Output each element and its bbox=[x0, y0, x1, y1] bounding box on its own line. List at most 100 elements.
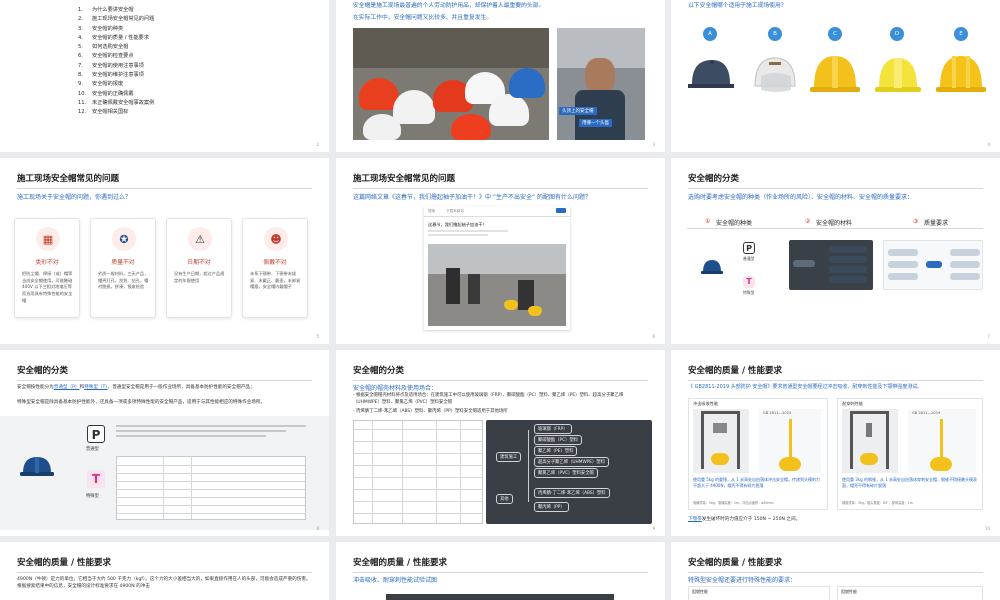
slide-thumbnail-7[interactable]: 安全帽的分类 选购时要考虑安全帽的种类（作业场所的风险）、安全帽的材料、安全帽的… bbox=[671, 158, 1000, 344]
toc-item: 3. 安全帽的种类 bbox=[78, 25, 154, 34]
hardhat-icon bbox=[20, 457, 54, 476]
standard-code: GB 2811—2019 bbox=[763, 411, 792, 415]
type-description bbox=[116, 422, 316, 450]
slide-subtitle: 这篇网络文章《这春节，我们撸起袖子加油干！》中 “生产不出安全” 的配图有什么问… bbox=[353, 194, 592, 201]
option-d-badge: D bbox=[890, 27, 904, 41]
slide-paragraph: 4900N（牛顿）是力的单位，它相当于大约 500 千克力（kgf）。这个力的大… bbox=[17, 577, 311, 590]
slide-thumbnail-11[interactable]: 安全帽的质量 / 性能要求 4900N（牛顿）是力的单位，它相当于大约 500 … bbox=[0, 542, 329, 600]
yellow-hardhat-icon bbox=[936, 56, 986, 92]
materials-table bbox=[353, 420, 483, 524]
impact-test-panel: 冲击吸收性能 GB 2811—2019 使用重 5kg 的重锤，从 1 米高处自… bbox=[688, 398, 828, 510]
special-type-table bbox=[116, 456, 306, 520]
slide-subtitle: 选购时要考虑安全帽的种类（作业场所的风险）、安全帽的材料、安全帽的质量要求： bbox=[688, 194, 914, 201]
toc-item-label: 安全帽的质量 / 性能要求 bbox=[92, 34, 149, 41]
toc-item-number: 3. bbox=[78, 25, 83, 32]
slide-thumbnail-9[interactable]: 安全帽的分类 安全帽的帽壳材料及使用场合： - 根据安全帽帽壳材料将点及适用场合… bbox=[336, 350, 665, 536]
slide-thumbnail-10[interactable]: 安全帽的质量 / 性能要求 《 GB2811-2019 头部防护 安全帽》要求普… bbox=[671, 350, 1000, 536]
problem-card-wearing: ☻ 佩戴不对 未系下颚带、下颚带未拔紧、未戴正、戴歪，未卸紧帽箍，安全帽内戴帽子 bbox=[242, 218, 308, 318]
toc-item-number: 2. bbox=[78, 16, 83, 23]
slide-subtitle: 安全帽的帽壳材料及使用场合： bbox=[353, 385, 438, 392]
problem-card-quality: ✪ 质量不对 劣质一般材料，三无产品，帽壳打孔，刮划、钻孔，帽衬脱损，拼凑，报废… bbox=[90, 218, 156, 318]
circle-number: ② bbox=[805, 218, 811, 225]
toc-item-number: 4. bbox=[78, 34, 83, 41]
article-screenshot: 搜索 下载本网站 这春节，我们撸起袖子加油干！ bbox=[424, 206, 570, 330]
title-divider bbox=[688, 188, 983, 189]
impact-test-rig bbox=[693, 409, 749, 473]
slide-question: 以下安全帽哪个适用于施工现场使用？ bbox=[688, 3, 787, 9]
toc-item-label: 安全帽的报废 bbox=[92, 81, 124, 88]
option-e-badge: E bbox=[954, 27, 968, 41]
type-label: 特殊型 bbox=[743, 290, 755, 295]
type-t-badge: T bbox=[743, 276, 755, 288]
slide-thumbnail-12[interactable]: 安全帽的质量 / 性能要求 冲击吸收、耐穿刺性能试验试图 bbox=[336, 542, 665, 600]
slide-thumbnail-6[interactable]: 施工现场安全帽常见的问题 这篇网络文章《这春节，我们撸起袖子加油干！》中 “生产… bbox=[336, 158, 665, 344]
card-text: 劣质一般材料，三无产品，帽壳打孔，刮划、钻孔，帽衬脱损，拼凑，报废检验 bbox=[98, 271, 149, 290]
card-text: 把防尘帽、焊接（或）帽等当成安全帽使用。可能触碰 400V 以下三相对地电压等而… bbox=[22, 271, 73, 303]
slide-thumbnail-8[interactable]: 安全帽的分类 安全帽按性能分为普通型（P）和特殊型（T）。普通型安全帽是用于一般… bbox=[0, 350, 329, 536]
page-number: 9 bbox=[652, 526, 655, 531]
mindmap-node: 聚丙烯（PP） bbox=[534, 502, 569, 512]
penetration-test-rig bbox=[842, 409, 898, 473]
toc-item: 12. 安全帽相关国标 bbox=[78, 108, 154, 117]
page-number: 7 bbox=[987, 334, 990, 339]
toc-item-number: 8. bbox=[78, 72, 83, 79]
slide-paragraph: 安全帽按性能分为普通型（P）和特殊型（T）。普通型安全帽是用于一般作业场所，具备… bbox=[17, 385, 255, 390]
quality-seal-icon: ✪ bbox=[112, 227, 136, 251]
slide-thumbnail-4[interactable]: 以下安全帽哪个适用于施工现场使用？ A B C D E 4 bbox=[671, 0, 1000, 152]
helmets-photo bbox=[353, 28, 549, 140]
worker-photo: 头顶上的安全帽 用哪一个头盔 bbox=[557, 28, 645, 140]
slide-subtitle: 冲击吸收、耐穿刺性能试验试图 bbox=[353, 577, 438, 584]
toc-item-number: 5. bbox=[78, 44, 83, 51]
toc-item: 1. 为什么要讲安全帽 bbox=[78, 6, 154, 15]
toc-item-label: 安全帽的维护注意事项 bbox=[92, 72, 144, 79]
flame-test-panel: 阻燃性能 bbox=[837, 586, 983, 600]
type-label: 特殊型 bbox=[86, 494, 99, 499]
toc-item-label: 安全帽的正确佩戴 bbox=[92, 90, 134, 97]
toc-item: 7. 安全帽的使用注意事项 bbox=[78, 62, 154, 71]
slide-title: 安全帽的分类 bbox=[688, 174, 740, 184]
card-text: 没有生产日期，超过产品规定的年限使用 bbox=[174, 271, 225, 283]
toc-item: 10. 安全帽的正确佩戴 bbox=[78, 90, 154, 99]
panel-label: 阻燃性能 bbox=[841, 589, 857, 594]
photo-caption: 头顶上的安全帽 bbox=[559, 107, 597, 115]
hardhat-icon bbox=[701, 260, 723, 274]
page-number: 8 bbox=[316, 526, 319, 531]
workers-photo bbox=[428, 244, 566, 326]
type-p-badge: P bbox=[743, 242, 755, 254]
toc-item: 9. 安全帽的报废 bbox=[78, 80, 154, 89]
slide-subtitle: 《 GB2811-2019 头部防护 安全帽》要求普通型安全帽要经过冲击吸收、耐… bbox=[688, 384, 923, 390]
calendar-warning-icon: ⚠ bbox=[188, 227, 212, 251]
toc-item-number: 10. bbox=[78, 90, 87, 97]
page-number: 10 bbox=[984, 526, 990, 531]
toc-item: 5. 如何选购安全帽 bbox=[78, 43, 154, 52]
toc-item-label: 施工现场安全帽常见的问题 bbox=[92, 16, 155, 23]
mindmap-node: 超高分子聚乙烯（UHMWPE）塑料 bbox=[534, 457, 609, 467]
photo-caption: 用哪一个头盔 bbox=[579, 119, 612, 127]
toc-item-number: 6. bbox=[78, 53, 83, 60]
toc-item: 8. 安全帽的维护注意事项 bbox=[78, 71, 154, 80]
materials-mindmap bbox=[789, 240, 873, 290]
visor-helmet-icon bbox=[754, 57, 796, 92]
card-heading: 质量不对 bbox=[111, 260, 135, 266]
problem-card-type: ▦ 类形不对 把防尘帽、焊接（或）帽等当成安全帽使用。可能触碰 400V 以下三… bbox=[14, 218, 80, 318]
penetration-test-panel: 耐穿刺性能 GB 2811—2019 使用重 3kg 的钢锥，从 1 米高处自由… bbox=[837, 398, 983, 510]
toc-item-number: 9. bbox=[78, 81, 83, 88]
slide-thumbnail-3[interactable]: 安全帽是施工现场最普遍的个人劳动防护用品，却保护着人最重要的头部。 在实际工作中… bbox=[336, 0, 665, 152]
slide-text-line: 在实际工作中，安全帽问题又比较多、并且重复发生。 bbox=[353, 15, 493, 21]
slide-title: 安全帽的分类 bbox=[17, 366, 69, 376]
slide-thumbnail-5[interactable]: 施工现场安全帽常见的问题 施工现场关于安全帽的问题，你遇到过么？ ▦ 类形不对 … bbox=[0, 158, 329, 344]
card-heading: 类形不对 bbox=[35, 260, 59, 266]
table-of-contents: 1. 为什么要讲安全帽 2. 施工现场安全帽常见的问题 3. 安全帽的种类 4. 安全帽的质量… bbox=[78, 6, 154, 118]
slide-thumbnail-13[interactable]: 安全帽的质量 / 性能要求 特殊型安全帽还要进行特殊性能的要求： 阻燃性能 阻燃… bbox=[671, 542, 1000, 600]
mindmap-node: 聚氯乙烯（PVC）塑料安全帽 bbox=[534, 468, 598, 478]
title-divider bbox=[17, 572, 312, 573]
title-divider bbox=[688, 572, 983, 573]
page-number: 6 bbox=[652, 334, 655, 339]
slide-thumbnail-2[interactable]: 1. 为什么要讲安全帽 2. 施工现场安全帽常见的问题 3. 安全帽的种类 4. 安全帽的质量… bbox=[0, 0, 329, 152]
type-t-badge: T bbox=[87, 470, 105, 488]
problem-card-date: ⚠ 日期不对 没有生产日期，超过产品规定的年限使用 bbox=[166, 218, 232, 318]
slide-sorter-grid: 1. 为什么要讲安全帽 2. 施工现场安全帽常见的问题 3. 安全帽的种类 4. 安全帽的质量… bbox=[0, 0, 1000, 600]
page-number: 3 bbox=[652, 142, 655, 147]
page-number: 5 bbox=[316, 334, 319, 339]
download-label: 下载本网站 bbox=[446, 209, 464, 213]
